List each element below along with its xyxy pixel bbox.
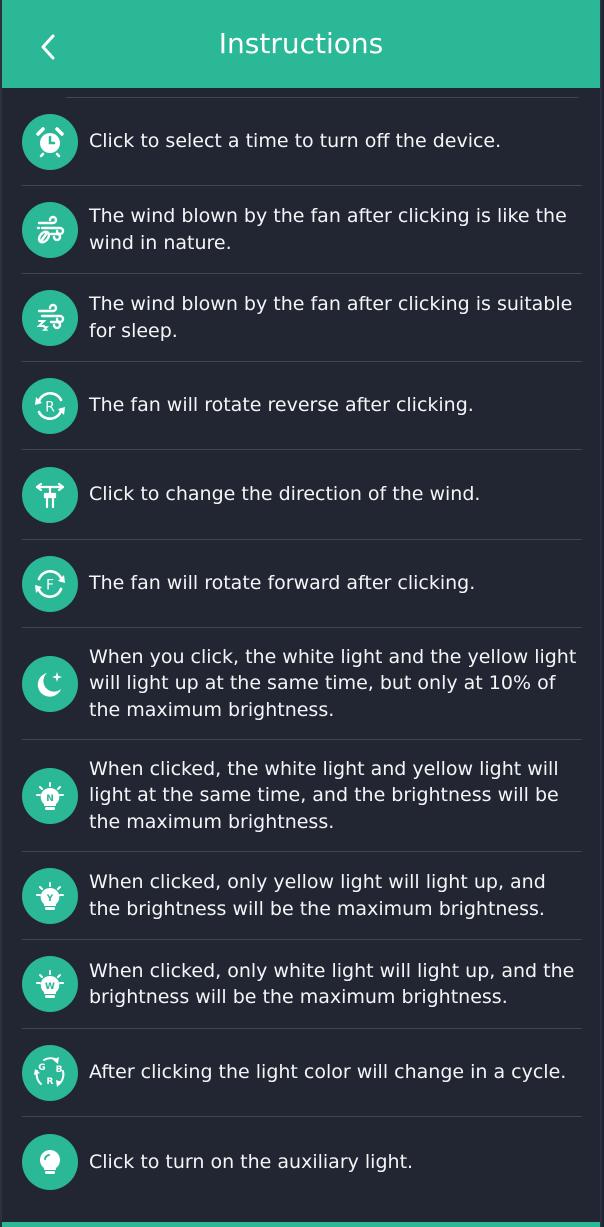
svg-text:F: F bbox=[46, 577, 54, 593]
item-description: After clicking the light color will chan… bbox=[89, 1061, 567, 1084]
svg-text:G: G bbox=[38, 1063, 45, 1073]
list-item: Click to select a time to turn off the d… bbox=[22, 98, 582, 186]
list-item: R The fan will rotate reverse after clic… bbox=[22, 362, 582, 450]
list-item: Click to change the direction of the win… bbox=[22, 450, 582, 540]
page-title: Instructions bbox=[218, 27, 384, 60]
item-description: When clicked, the white light and yellow… bbox=[89, 757, 559, 833]
night-light-icon[interactable] bbox=[22, 655, 78, 712]
sleep-wind-icon[interactable] bbox=[22, 289, 78, 346]
svg-text:W: W bbox=[45, 982, 55, 992]
list-item: The wind blown by the fan after clicking… bbox=[22, 186, 582, 274]
item-description: When clicked, only yellow light will lig… bbox=[89, 871, 546, 920]
yellow-light-icon[interactable]: Y bbox=[22, 867, 78, 924]
wind-direction-icon[interactable] bbox=[22, 466, 78, 523]
item-description: The wind blown by the fan after clicking… bbox=[89, 293, 573, 342]
white-light-icon[interactable]: W bbox=[22, 956, 78, 1012]
list-item: N When clicked, the white light and yell… bbox=[22, 740, 582, 852]
list-item: F The fan will rotate forward after clic… bbox=[22, 540, 582, 628]
svg-text:N: N bbox=[46, 794, 54, 804]
item-description: Click to select a time to turn off the d… bbox=[89, 130, 502, 153]
list-item: G B R After clicking the light color wil… bbox=[22, 1029, 582, 1117]
auxiliary-light-icon[interactable] bbox=[22, 1134, 78, 1190]
forward-rotation-icon[interactable]: F bbox=[22, 555, 78, 612]
natural-wind-icon[interactable] bbox=[22, 201, 78, 258]
alarm-clock-icon[interactable] bbox=[22, 113, 78, 170]
list-item: The wind blown by the fan after clicking… bbox=[22, 274, 582, 362]
item-description: Click to turn on the auxiliary light. bbox=[89, 1150, 414, 1173]
svg-text:R: R bbox=[45, 399, 55, 415]
item-description: The fan will rotate forward after clicki… bbox=[89, 572, 476, 595]
bottom-accent-bar bbox=[2, 1222, 600, 1227]
app-frame: Instructions Click to select a time to t… bbox=[0, 0, 602, 1227]
header-bar: Instructions bbox=[2, 0, 600, 88]
list-item: Y When clicked, only yellow light will l… bbox=[22, 852, 582, 940]
neutral-light-icon[interactable]: N bbox=[22, 767, 78, 824]
svg-text:B: B bbox=[56, 1065, 63, 1075]
item-description: The wind blown by the fan after clicking… bbox=[89, 205, 567, 254]
list-item: Click to turn on the auxiliary light. bbox=[22, 1117, 582, 1207]
list-item: When you click, the white light and the … bbox=[22, 628, 582, 740]
svg-text:R: R bbox=[47, 1077, 54, 1087]
item-description: The fan will rotate reverse after clicki… bbox=[89, 394, 474, 417]
reverse-rotation-icon[interactable]: R bbox=[22, 377, 78, 434]
item-description: Click to change the direction of the win… bbox=[89, 483, 481, 506]
list-item: W When clicked, only white light will li… bbox=[22, 940, 582, 1029]
item-description: When clicked, only white light will ligh… bbox=[89, 959, 575, 1009]
item-description: When you click, the white light and the … bbox=[89, 645, 577, 721]
svg-text:Y: Y bbox=[46, 894, 54, 904]
rgb-cycle-icon[interactable]: G B R bbox=[22, 1044, 78, 1101]
